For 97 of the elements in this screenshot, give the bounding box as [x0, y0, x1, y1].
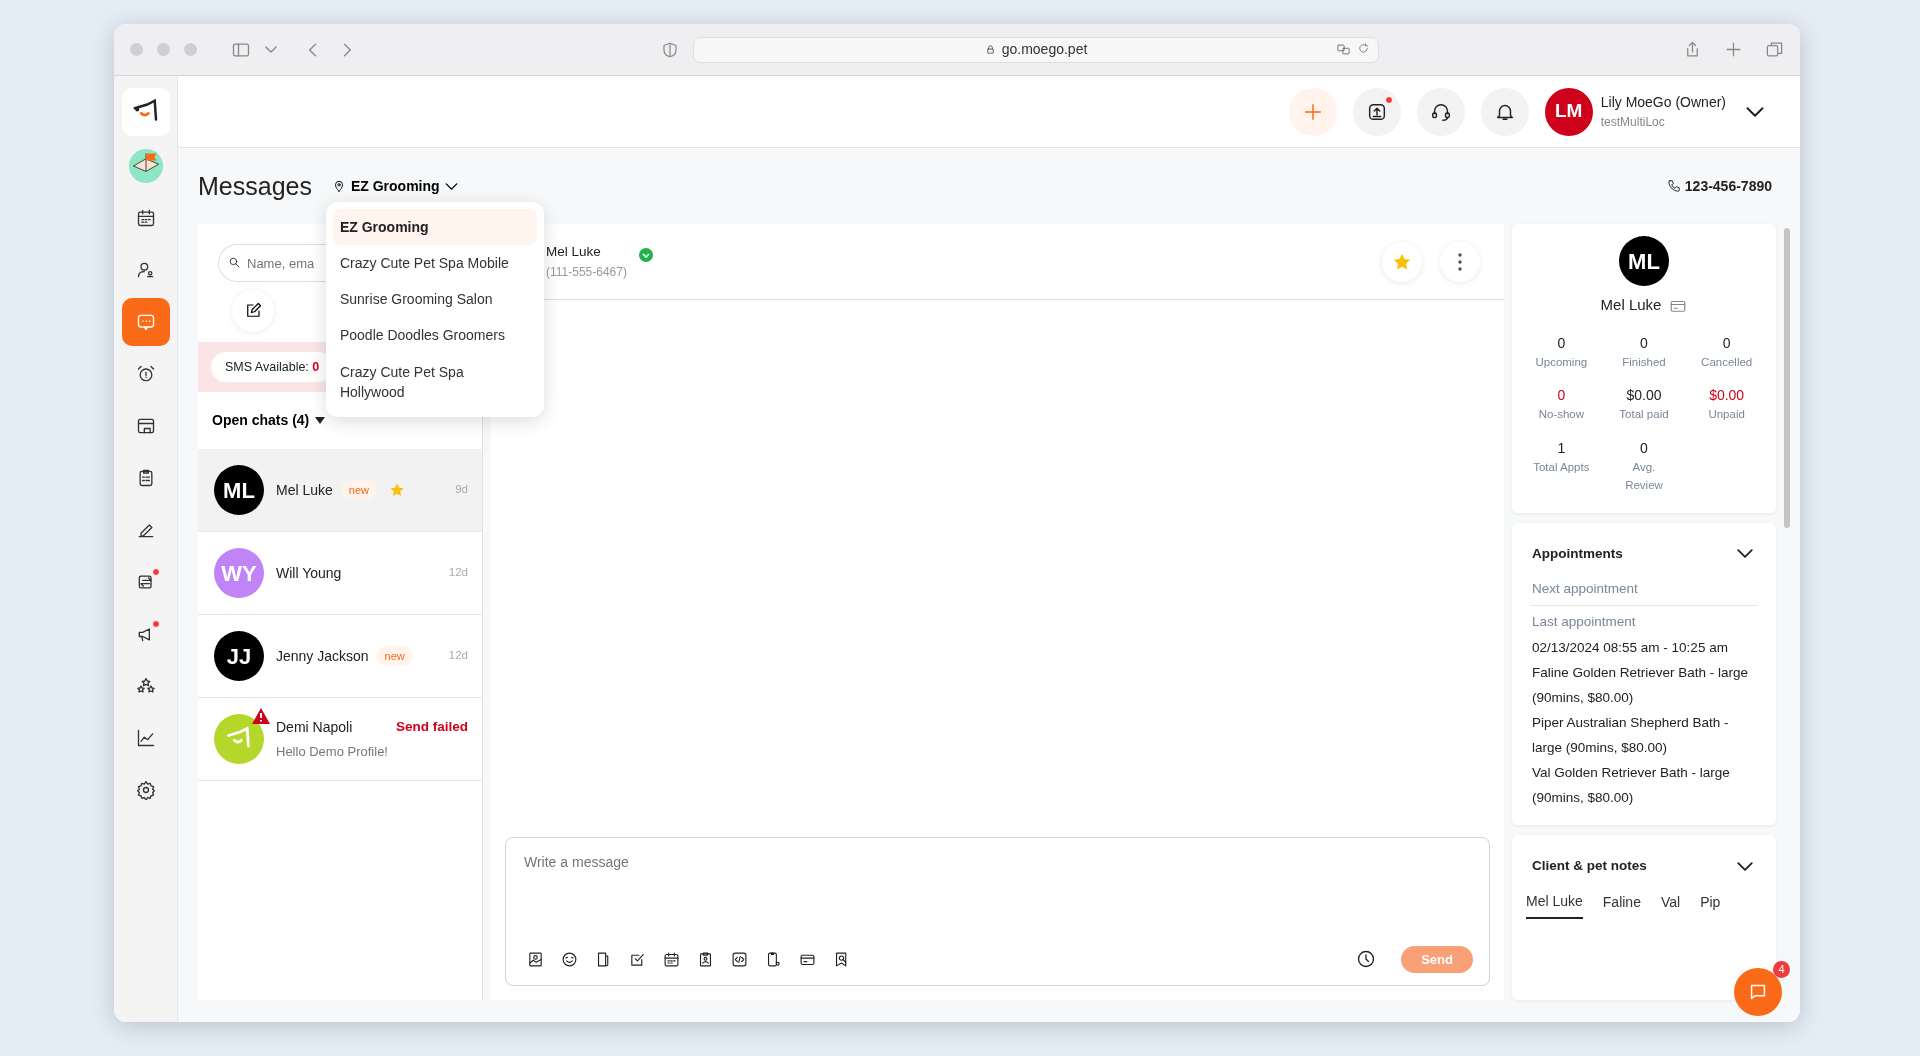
- chat-bubble-icon: [135, 312, 156, 332]
- contact-name: Will Young: [276, 563, 342, 583]
- search-icon: [228, 256, 241, 269]
- stat-value: 0: [1556, 386, 1567, 406]
- user-name: Lily MoeGo (Owner): [1600, 93, 1726, 112]
- sms-label: SMS Available:: [225, 359, 309, 374]
- stat-value: 0: [1639, 439, 1649, 459]
- note-tab[interactable]: Mel Luke: [1526, 887, 1583, 920]
- chevron-down-icon: [1737, 861, 1753, 871]
- chat-avatar: ML: [214, 465, 264, 515]
- chevron-down-icon: [444, 182, 458, 190]
- dog-logo-nav-button[interactable]: [121, 88, 170, 136]
- contact-phone: (111-555-6467): [546, 263, 627, 281]
- stat-value: 1: [1556, 439, 1567, 459]
- chat-avatar: JJ: [214, 631, 264, 681]
- contact-name: Demi Napoli: [276, 717, 353, 737]
- appointment-detail: Val Golden Retriever Bath - large (90mins, $80.00): [1531, 764, 1731, 808]
- stat-label: Finished: [1621, 354, 1667, 370]
- stat-label: No-show: [1537, 407, 1585, 423]
- chat-time: 12d: [448, 565, 468, 581]
- tabs-icon: [1765, 40, 1784, 59]
- chat-time: 9d: [455, 482, 468, 498]
- star-button[interactable]: [1382, 241, 1422, 282]
- url-text: go.moego.pet: [1001, 40, 1088, 59]
- translate-icon: [1336, 41, 1351, 57]
- user-avatar[interactable]: LM: [1544, 87, 1593, 136]
- caret-icon: [315, 416, 326, 425]
- calendar-icon: [662, 950, 680, 968]
- clock-icon: [1356, 949, 1377, 970]
- image-icon: [526, 950, 544, 968]
- stat-label: Avg. Review: [1624, 460, 1664, 493]
- location-dropdown[interactable]: EZ Grooming: [331, 175, 458, 197]
- next-appointment-label: Next appointment: [1530, 566, 1758, 606]
- more-icon: [1458, 252, 1462, 271]
- stat-label: Unpaid: [1707, 407, 1746, 423]
- new-tag: new: [340, 479, 377, 501]
- phone-number: 123-456-7890: [1684, 176, 1772, 196]
- chevron-down-icon: [1737, 549, 1753, 559]
- new-tag: new: [376, 645, 413, 667]
- chat-bubble-nav-button[interactable]: [121, 298, 170, 346]
- edit-icon: [244, 302, 262, 320]
- reload-icon: [1357, 41, 1370, 55]
- section-title: Appointments: [1532, 544, 1623, 563]
- storefront-icon: [135, 416, 156, 436]
- location-option[interactable]: EZ Grooming: [332, 208, 537, 245]
- stat-value: 0: [1556, 333, 1567, 353]
- person-icon: [135, 260, 156, 280]
- contact-name: Mel Luke: [546, 243, 602, 262]
- settings-icon: [135, 780, 156, 800]
- appointment-detail: 02/13/2024 08:55 am - 10:25 am: [1531, 639, 1729, 658]
- line-chart-icon: [135, 728, 156, 748]
- note-tab[interactable]: Faline: [1602, 887, 1641, 920]
- alarm-clock-icon: [135, 364, 156, 384]
- stat-label: Total paid: [1618, 407, 1670, 423]
- stat-label: Cancelled: [1700, 354, 1754, 370]
- location-option[interactable]: Crazy Cute Pet Spa Mobile: [332, 244, 537, 282]
- chat-time: 12d: [448, 648, 468, 664]
- phone-icon: [1666, 179, 1681, 193]
- chat-row[interactable]: ML Mel Luke new 9d: [198, 449, 482, 532]
- stat-value: $0.00: [1708, 386, 1746, 406]
- chat-avatar: WY: [214, 548, 264, 598]
- stat-value: 0: [1721, 333, 1732, 353]
- section-title: Client & pet notes: [1532, 856, 1647, 875]
- smiley-icon: [560, 950, 578, 968]
- stat-label: Upcoming: [1534, 354, 1589, 370]
- calendar-icon: [135, 208, 156, 228]
- chevron-down-icon: [1746, 107, 1764, 118]
- more-button[interactable]: [1440, 241, 1480, 282]
- appointment-detail: Faline Golden Retriever Bath - large (90mins, $80.00): [1531, 664, 1750, 708]
- send-failed-status: Send failed: [396, 718, 468, 737]
- stat-value: 0: [1639, 333, 1649, 353]
- compose-button[interactable]: [232, 290, 274, 332]
- sms-count: 0: [312, 359, 320, 374]
- warning-icon: [252, 708, 270, 724]
- note-tab[interactable]: Val: [1660, 887, 1681, 920]
- lock-icon: [984, 44, 996, 55]
- location-option[interactable]: Poodle Doodles Groomers: [332, 317, 537, 354]
- page-title: Messages: [198, 171, 312, 201]
- appointment-detail: Piper Australian Shepherd Bath - large (90mins, $80.00): [1531, 714, 1730, 758]
- new-tab-icon: [1724, 40, 1743, 59]
- stat-value: $0.00: [1625, 386, 1663, 406]
- message-preview: Hello Demo Profile!: [276, 742, 389, 761]
- chevron-down-icon: [265, 46, 277, 53]
- search-field[interactable]: Name, ema: [218, 244, 326, 282]
- client-name: Mel Luke: [1600, 295, 1662, 315]
- note-tab[interactable]: Pip: [1700, 887, 1721, 920]
- last-appointment-label: Last appointment: [1531, 613, 1637, 631]
- contact-name: Jenny Jackson: [276, 646, 369, 666]
- stat-label: Total Appts: [1532, 460, 1591, 476]
- book-flag-icon: [127, 146, 164, 186]
- address-bar[interactable]: go.moego.pet: [693, 36, 1379, 63]
- location-option[interactable]: Sunrise Grooming Salon: [332, 281, 537, 318]
- company-name: testMultiLoc: [1600, 114, 1666, 131]
- contact-name: Mel Luke: [276, 480, 333, 500]
- shield-icon: [661, 41, 679, 60]
- code-icon: [730, 950, 748, 968]
- client-avatar: ML: [1619, 236, 1669, 286]
